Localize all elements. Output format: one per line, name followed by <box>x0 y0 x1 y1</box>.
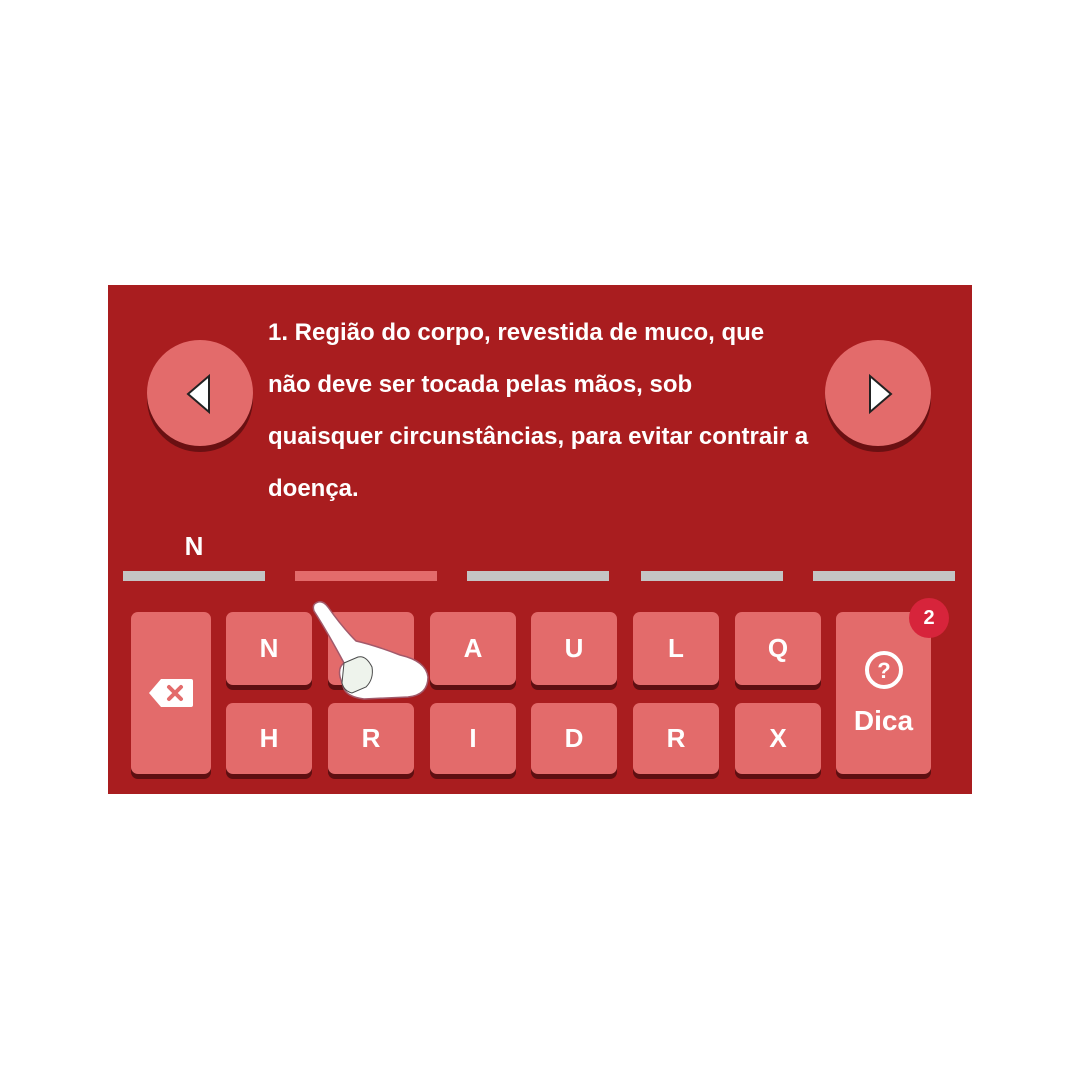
previous-question-button[interactable] <box>147 340 253 446</box>
answer-slot-letter: N <box>184 531 204 561</box>
letter-key[interactable]: I <box>430 703 516 774</box>
game-panel: 1. Região do corpo, revestida de muco, q… <box>108 285 972 794</box>
answer-slot-line <box>641 571 783 581</box>
answer-slot-line <box>467 571 609 581</box>
letter-key[interactable]: R <box>328 703 414 774</box>
letter-key[interactable]: N <box>226 612 312 685</box>
question-circle-icon: ? <box>864 651 903 689</box>
letter-key[interactable]: Q <box>735 612 821 685</box>
answer-slot[interactable] <box>641 525 783 581</box>
answer-slot[interactable] <box>467 525 609 581</box>
left-triangle-icon <box>186 373 210 415</box>
letter-key[interactable]: H <box>226 703 312 774</box>
letter-key[interactable]: X <box>735 703 821 774</box>
hint-label: Dica <box>853 705 914 736</box>
question-text: 1. Região do corpo, revestida de muco, q… <box>268 319 809 502</box>
answer-slot-line <box>295 571 437 581</box>
backspace-icon <box>149 679 193 707</box>
answer-slot-line <box>123 571 265 581</box>
letter-key[interactable]: L <box>633 612 719 685</box>
hint-button[interactable]: ? Dica 2 <box>836 598 949 774</box>
answer-slot-active[interactable] <box>295 525 437 581</box>
hint-count-badge: 2 <box>909 598 949 638</box>
next-question-button[interactable] <box>825 340 931 446</box>
pointing-hand-icon <box>312 600 429 700</box>
letter-key[interactable]: U <box>531 612 617 685</box>
answer-slot[interactable]: N <box>123 525 265 581</box>
answer-slot[interactable] <box>813 525 955 581</box>
letter-key[interactable]: A <box>430 612 516 685</box>
backspace-button[interactable] <box>131 612 211 774</box>
svg-text:?: ? <box>877 658 890 683</box>
letter-key[interactable]: R <box>633 703 719 774</box>
answer-slots: N <box>123 525 958 585</box>
letter-key[interactable]: D <box>531 703 617 774</box>
answer-slot-line <box>813 571 955 581</box>
right-triangle-icon <box>869 373 893 415</box>
